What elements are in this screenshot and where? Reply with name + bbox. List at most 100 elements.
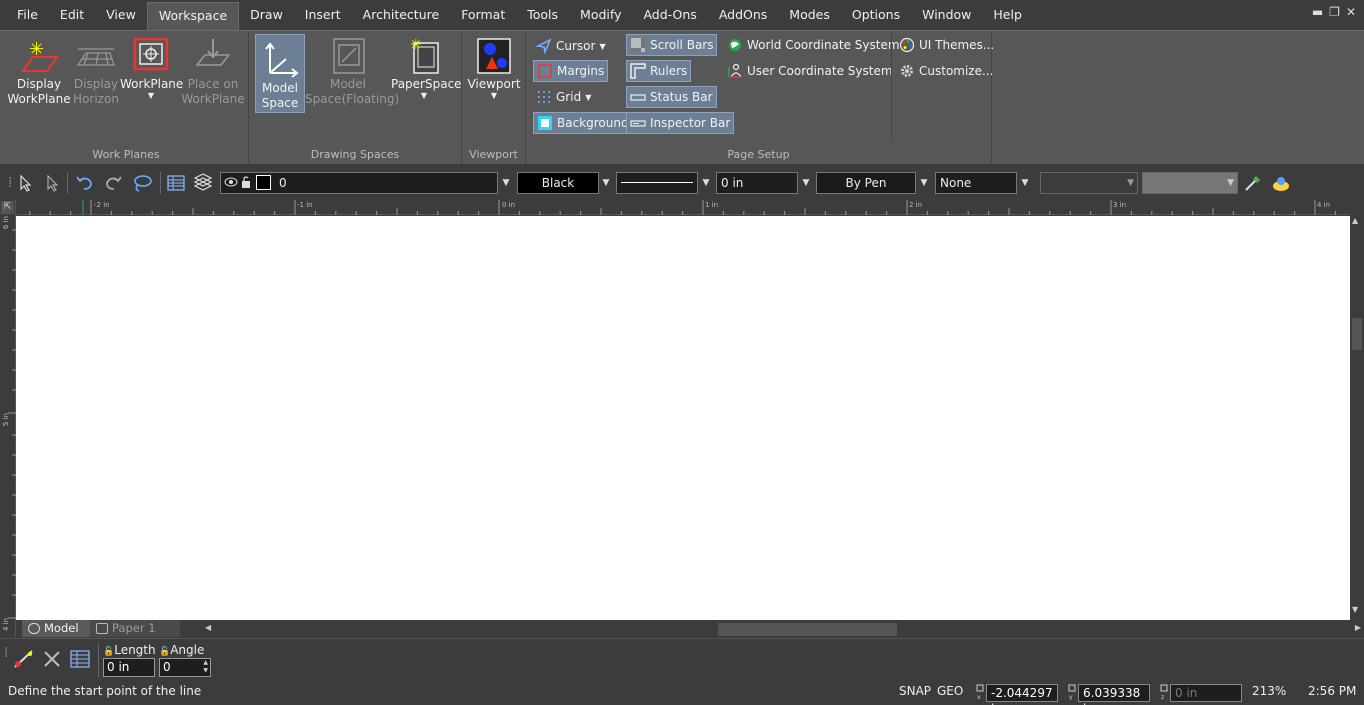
- menu-draw[interactable]: Draw: [239, 1, 294, 29]
- menu-file[interactable]: File: [6, 1, 49, 29]
- menu-options[interactable]: Options: [841, 1, 911, 29]
- length-field[interactable]: 0 in: [103, 658, 155, 677]
- layer-table-icon[interactable]: [166, 172, 186, 194]
- table-icon[interactable]: [69, 649, 91, 669]
- rulers-button[interactable]: Rulers: [626, 60, 692, 82]
- angle-field[interactable]: 0 ▲ ▼: [159, 658, 211, 677]
- lock-icon[interactable]: 🔓: [103, 647, 114, 657]
- cursor-label: Cursor: [556, 39, 596, 53]
- menu-format[interactable]: Format: [450, 1, 516, 29]
- line-style-combo[interactable]: [616, 172, 698, 194]
- background-button[interactable]: Background: [533, 112, 633, 134]
- pen-combo[interactable]: By Pen: [816, 172, 916, 194]
- place-on-workplane-button[interactable]: Place on WorkPlane: [180, 35, 246, 107]
- menu-view[interactable]: View: [95, 1, 147, 29]
- geo-toggle[interactable]: GEO: [937, 684, 963, 698]
- scroll-bars-button[interactable]: Scroll Bars: [626, 34, 718, 56]
- menu-help[interactable]: Help: [982, 1, 1033, 29]
- menu-modes[interactable]: Modes: [778, 1, 841, 29]
- pattern-combo[interactable]: ▼: [1040, 172, 1138, 194]
- select-arrow-icon[interactable]: [16, 172, 34, 194]
- cancel-icon[interactable]: [42, 649, 62, 669]
- vertical-scroll-thumb[interactable]: [1352, 318, 1362, 350]
- z-coordinate-field[interactable]: 0 in: [1170, 684, 1242, 702]
- x-coordinate-field[interactable]: -2.044297 in: [986, 684, 1058, 705]
- model-space-button[interactable]: Model Space: [255, 34, 305, 113]
- z-axis-lock-icon[interactable]: z: [1160, 684, 1169, 701]
- vertical-scrollbar[interactable]: ▲ ▼: [1350, 200, 1364, 637]
- chevron-down-icon[interactable]: ▼: [916, 172, 932, 194]
- drawing-canvas[interactable]: [16, 216, 1350, 620]
- line-tool-icon[interactable]: [12, 647, 36, 671]
- chevron-down-icon[interactable]: ▼: [498, 172, 514, 194]
- y-coordinate-field[interactable]: 6.039338 in: [1078, 684, 1150, 705]
- user-coordinate-system-button[interactable]: User Coordinate System: [724, 60, 896, 82]
- inspector-bar-button[interactable]: Inspector Bar: [626, 112, 735, 134]
- scroll-right-icon[interactable]: ▶: [1355, 623, 1361, 632]
- menu-tools[interactable]: Tools: [516, 1, 569, 29]
- fill-combo[interactable]: None: [935, 172, 1017, 194]
- h-tick-label: 2 in: [909, 201, 923, 209]
- undo-icon[interactable]: [74, 172, 96, 194]
- h-tick-label: 1 in: [705, 201, 719, 209]
- minimize-icon[interactable]: ▬: [1312, 5, 1323, 19]
- menu-addons[interactable]: AddOns: [708, 1, 778, 29]
- snap-toggle[interactable]: SNAP: [899, 684, 931, 698]
- lasso-icon[interactable]: [130, 172, 154, 194]
- viewport-button[interactable]: Viewport ▼: [465, 35, 523, 100]
- scroll-down-icon[interactable]: ▼: [1352, 605, 1358, 614]
- workplane-icon: [129, 35, 173, 75]
- chevron-down-icon[interactable]: ▼: [598, 172, 614, 194]
- thickness-combo[interactable]: 0 in: [716, 172, 798, 194]
- eyedropper-icon[interactable]: [1242, 172, 1264, 194]
- ribbon: ✳ Display WorkPlane Display Horizon Work…: [0, 30, 1364, 164]
- svg-text:✳: ✳: [410, 37, 422, 53]
- customize-button[interactable]: Customize...: [896, 60, 996, 82]
- scroll-up-icon[interactable]: ▲: [1352, 216, 1358, 225]
- scroll-left-icon[interactable]: ◀: [205, 623, 211, 632]
- color-combo[interactable]: Black: [517, 172, 599, 194]
- tab-paper1[interactable]: Paper 1: [90, 620, 180, 637]
- world-coordinate-system-button[interactable]: World Coordinate System: [724, 34, 903, 56]
- lock-icon[interactable]: [240, 175, 252, 189]
- margins-button[interactable]: Margins: [533, 60, 609, 82]
- tab-model[interactable]: Model: [22, 620, 92, 637]
- chevron-down-icon[interactable]: ▼: [798, 172, 814, 194]
- horizontal-scroll-thumb[interactable]: [718, 623, 897, 636]
- fill-color-combo[interactable]: ▼: [1142, 172, 1238, 194]
- workplane-button[interactable]: WorkPlane ▼: [120, 35, 183, 100]
- model-space-floating-button[interactable]: Model Space(Floating): [305, 35, 399, 107]
- layers-stack-icon[interactable]: [192, 172, 214, 194]
- status-bar-button[interactable]: Status Bar: [626, 86, 717, 108]
- menu-window[interactable]: Window: [911, 1, 982, 29]
- spinner-icon[interactable]: ▲ ▼: [203, 659, 208, 675]
- lock-icon[interactable]: 🔓: [159, 647, 170, 657]
- display-workplane-button[interactable]: ✳ Display WorkPlane: [6, 35, 72, 107]
- x-axis-lock-icon[interactable]: x: [976, 684, 985, 701]
- grid-button[interactable]: Grid ▼: [533, 86, 594, 108]
- eye-icon[interactable]: [224, 175, 238, 189]
- paper-tab-icon: [96, 623, 108, 634]
- chevron-down-icon[interactable]: ▼: [698, 172, 714, 194]
- layer-combo[interactable]: 0: [220, 172, 498, 194]
- zoom-level[interactable]: 213%: [1252, 684, 1286, 698]
- paperspace-button[interactable]: ✳ PaperSpace ▼: [391, 35, 462, 100]
- menu-modify[interactable]: Modify: [569, 1, 632, 29]
- restore-icon[interactable]: ❐: [1329, 5, 1340, 19]
- menu-workspace[interactable]: Workspace: [146, 2, 240, 30]
- menu-add-ons[interactable]: Add-Ons: [632, 1, 707, 29]
- display-horizon-button[interactable]: Display Horizon: [68, 35, 124, 107]
- menu-architecture[interactable]: Architecture: [352, 1, 451, 29]
- redo-icon[interactable]: [102, 172, 124, 194]
- paint-bucket-icon[interactable]: [1270, 172, 1292, 194]
- menu-edit[interactable]: Edit: [49, 1, 95, 29]
- close-icon[interactable]: ✕: [1346, 5, 1356, 19]
- cursor-button[interactable]: Cursor ▼: [533, 35, 609, 57]
- menu-insert[interactable]: Insert: [294, 1, 352, 29]
- y-axis-lock-icon[interactable]: y: [1068, 684, 1077, 701]
- edit-points-icon[interactable]: [42, 172, 62, 194]
- ui-themes-button[interactable]: UI Themes...: [896, 34, 997, 56]
- separator: [67, 172, 68, 194]
- horizontal-scrollbar[interactable]: ◀ ▶: [201, 622, 1364, 636]
- chevron-down-icon[interactable]: ▼: [1017, 172, 1033, 194]
